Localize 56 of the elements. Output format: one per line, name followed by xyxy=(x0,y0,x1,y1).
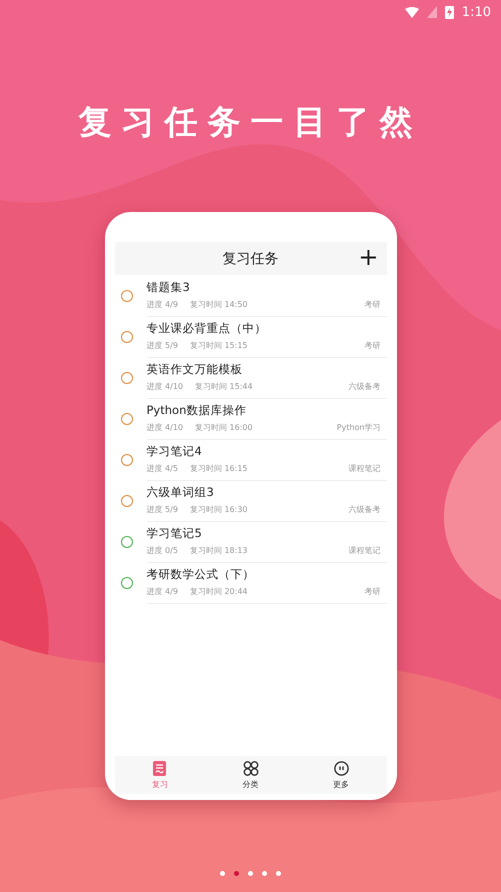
task-category: 课程笔记 xyxy=(348,463,380,474)
task-title: 英语作文万能模板 xyxy=(146,362,244,377)
task-title: 专业课必背重点（中） xyxy=(146,321,268,336)
task-count: 进度 4/10 xyxy=(146,422,184,433)
screen-title: 复习任务 xyxy=(222,250,278,268)
task-time: 复习时间 20:44 xyxy=(190,586,248,597)
no-signal-icon xyxy=(426,6,437,18)
task-category: 六级备考 xyxy=(348,504,380,515)
task-title: 错题集3 xyxy=(146,280,191,295)
task-title: Python数据库操作 xyxy=(146,403,248,418)
task-time: 复习时间 15:15 xyxy=(190,340,248,351)
task-row[interactable]: 考研数学公式（下） 进度 4/9 复习时间 20:44 考研 xyxy=(114,562,386,603)
page-dot[interactable] xyxy=(276,871,281,876)
nav-tab[interactable]: 更多 xyxy=(296,756,387,794)
task-row[interactable]: Python数据库操作 进度 4/10 复习时间 16:00 Python学习 xyxy=(114,398,386,439)
page-dot[interactable] xyxy=(220,871,225,876)
task-row[interactable]: 学习笔记5 进度 0/5 复习时间 18:13 课程笔记 xyxy=(114,521,386,562)
nav-tab[interactable]: 分类 xyxy=(205,756,296,794)
headline: 复习任务一目了然 xyxy=(78,101,422,143)
task-category: Python学习 xyxy=(336,422,380,433)
status-time: 1:10 xyxy=(462,4,491,20)
page-dot[interactable] xyxy=(234,871,239,876)
task-time: 复习时间 18:13 xyxy=(190,545,248,556)
task-category: 考研 xyxy=(364,299,380,310)
clover-icon xyxy=(242,760,258,776)
task-title: 考研数学公式（下） xyxy=(146,567,256,582)
task-row[interactable]: 英语作文万能模板 进度 4/10 复习时间 15:44 六级备考 xyxy=(114,357,386,398)
task-time: 复习时间 16:00 xyxy=(195,422,253,433)
task-count: 进度 5/9 xyxy=(146,504,178,515)
task-title: 学习笔记4 xyxy=(146,444,203,459)
note-icon xyxy=(153,760,166,776)
task-row[interactable]: 错题集3 进度 4/9 复习时间 14:50 考研 xyxy=(114,275,386,316)
page-dot[interactable] xyxy=(262,871,267,876)
page-dot[interactable] xyxy=(248,871,253,876)
task-category: 考研 xyxy=(364,340,380,351)
task-title: 学习笔记5 xyxy=(146,526,203,541)
task-row[interactable]: 专业课必背重点（中） 进度 5/9 复习时间 15:15 考研 xyxy=(114,316,386,357)
add-button[interactable]: + xyxy=(358,244,378,270)
task-category: 考研 xyxy=(364,586,380,597)
task-count: 进度 5/9 xyxy=(146,340,178,351)
task-time: 复习时间 15:44 xyxy=(195,381,253,392)
task-title: 六级单词组3 xyxy=(146,485,215,500)
task-count: 进度 0/5 xyxy=(146,545,178,556)
task-time: 复习时间 16:30 xyxy=(190,504,248,515)
task-count: 进度 4/10 xyxy=(146,381,184,392)
task-category: 六级备考 xyxy=(348,381,380,392)
wifi-icon xyxy=(404,6,419,18)
task-time: 复习时间 14:50 xyxy=(190,299,248,310)
task-count: 进度 4/9 xyxy=(146,299,178,310)
task-row[interactable]: 学习笔记4 进度 4/5 复习时间 16:15 课程笔记 xyxy=(114,439,386,480)
task-time: 复习时间 16:15 xyxy=(190,463,248,474)
task-count: 进度 4/9 xyxy=(146,586,178,597)
task-category: 课程笔记 xyxy=(348,545,380,556)
task-count: 进度 4/5 xyxy=(146,463,178,474)
task-row[interactable]: 六级单词组3 进度 5/9 复习时间 16:30 六级备考 xyxy=(114,480,386,521)
face-icon xyxy=(334,760,349,776)
